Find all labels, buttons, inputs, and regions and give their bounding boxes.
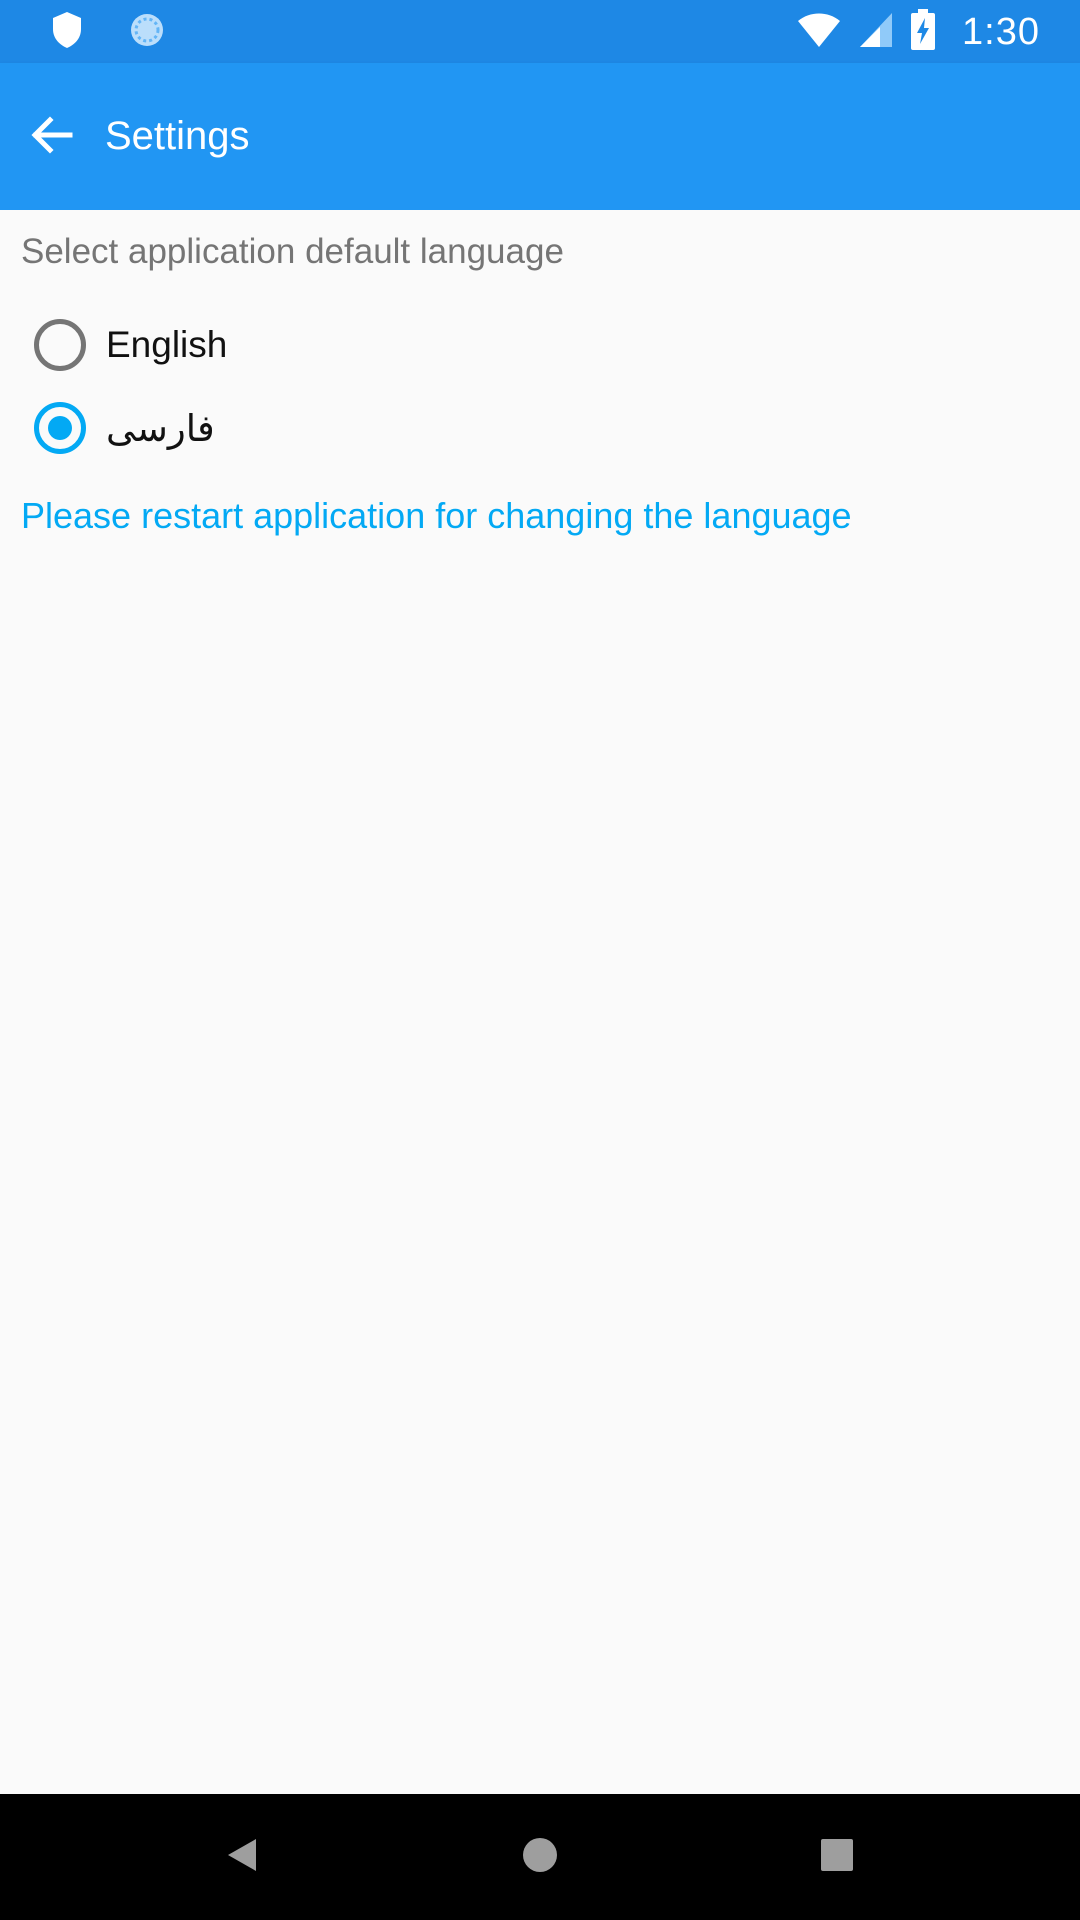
- nav-back-button[interactable]: [202, 1817, 282, 1897]
- radio-button-checked[interactable]: [34, 402, 86, 454]
- battery-charging-icon: [910, 8, 936, 56]
- signal-icon: [858, 11, 894, 54]
- radio-option-english[interactable]: English: [34, 310, 227, 380]
- radio-button-unchecked[interactable]: [34, 319, 86, 371]
- wifi-icon: [796, 11, 842, 54]
- radio-selected-dot: [48, 416, 72, 440]
- radio-label-farsi: فارسی: [106, 407, 215, 449]
- back-button[interactable]: [20, 95, 84, 179]
- settings-content: Select application default language Engl…: [0, 210, 1080, 1794]
- sync-icon: [128, 11, 166, 54]
- status-left-icons: [50, 10, 166, 55]
- back-triangle-icon: [222, 1835, 262, 1880]
- restart-notice: Please restart application for changing …: [21, 495, 852, 536]
- status-bar: 1:30: [0, 0, 1080, 63]
- radio-label-english: English: [106, 324, 228, 365]
- status-time: 1:30: [962, 10, 1040, 53]
- page-title: Settings: [105, 114, 250, 158]
- system-nav-bar: [0, 1794, 1080, 1920]
- app-bar: Settings: [0, 63, 1080, 210]
- arrow-back-icon: [28, 111, 76, 164]
- recents-square-icon: [817, 1835, 857, 1880]
- nav-home-button[interactable]: [500, 1817, 580, 1897]
- language-section-label: Select application default language: [21, 232, 564, 271]
- nav-recents-button[interactable]: [797, 1817, 877, 1897]
- shield-icon: [50, 10, 84, 55]
- home-circle-icon: [520, 1835, 560, 1880]
- status-right-icons: 1:30: [796, 8, 1040, 56]
- radio-option-farsi[interactable]: فارسی: [34, 393, 215, 463]
